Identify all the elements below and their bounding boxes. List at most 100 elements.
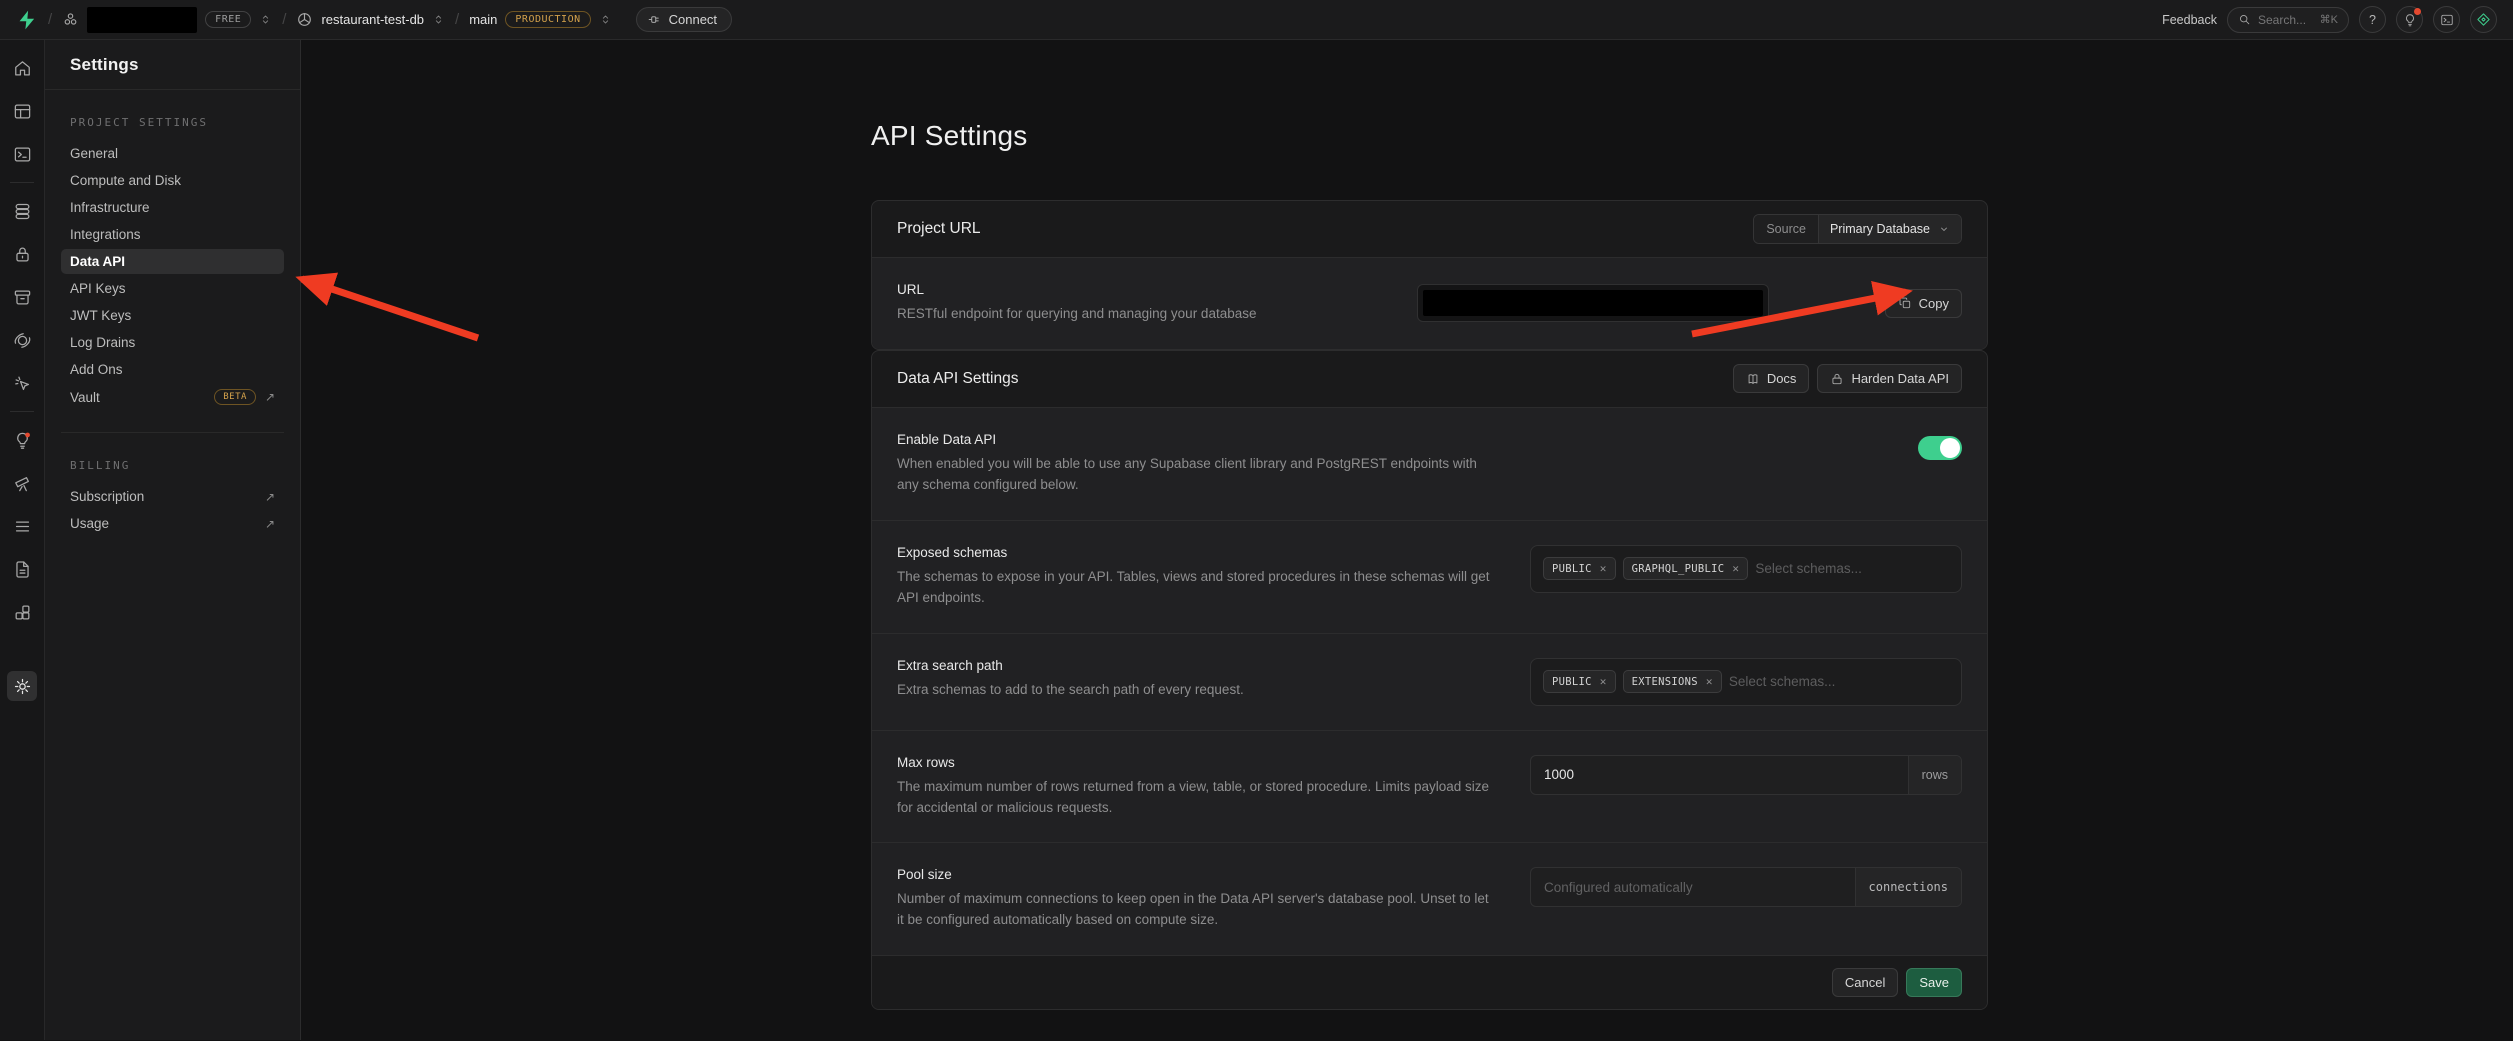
question-mark-icon: ?: [2369, 13, 2376, 27]
rail-advisors[interactable]: [7, 425, 37, 455]
rail-edge-functions[interactable]: [7, 325, 37, 355]
branch-switcher[interactable]: main PRODUCTION: [469, 11, 611, 28]
project-url-card-title: Project URL: [897, 220, 981, 238]
rail-integrations[interactable]: [7, 597, 37, 627]
production-badge: PRODUCTION: [505, 11, 590, 28]
project-switcher[interactable]: restaurant-test-db: [296, 11, 445, 28]
breadcrumb-separator: /: [455, 11, 459, 28]
sidebar-item-jwt-keys[interactable]: JWT Keys: [61, 303, 284, 328]
docs-button[interactable]: Docs: [1733, 364, 1810, 393]
pool-size-label: Pool size: [897, 867, 1490, 882]
feedback-link[interactable]: Feedback: [2162, 13, 2217, 27]
notification-dot: [2414, 8, 2421, 15]
search-input[interactable]: Search... ⌘K: [2227, 7, 2349, 33]
exposed-schemas-label: Exposed schemas: [897, 545, 1490, 560]
edge-functions-icon: [13, 331, 32, 350]
sidebar-item-data-api[interactable]: Data API: [61, 249, 284, 274]
max-rows-input[interactable]: [1531, 756, 1908, 794]
settings-sidebar-header: Settings: [45, 40, 300, 90]
url-label: URL: [897, 282, 1256, 297]
sidebar-item-log-drains[interactable]: Log Drains: [61, 330, 284, 355]
sidebar-item-integrations[interactable]: Integrations: [61, 222, 284, 247]
schema-chip-public: PUBLIC✕: [1543, 557, 1616, 580]
rail-home[interactable]: [7, 53, 37, 83]
source-select-value: Primary Database: [1830, 222, 1930, 236]
chevron-down-icon: [1938, 223, 1950, 235]
assistant-button[interactable]: [2470, 6, 2497, 33]
storage-icon: [13, 288, 32, 307]
logs-list-icon: [13, 517, 32, 536]
remove-chip-icon[interactable]: ✕: [1600, 562, 1607, 575]
sql-editor-icon: [13, 145, 32, 164]
pool-size-input[interactable]: [1531, 868, 1855, 906]
api-docs-file-icon: [13, 560, 32, 579]
sidebar-title: Settings: [70, 55, 139, 75]
home-icon: [13, 59, 32, 78]
rail-realtime[interactable]: [7, 368, 37, 398]
rail-database[interactable]: [7, 196, 37, 226]
save-button[interactable]: Save: [1906, 968, 1962, 997]
lightbulb-icon: [2403, 13, 2417, 27]
terminal-icon: [2440, 13, 2454, 27]
rail-logs[interactable]: [7, 511, 37, 541]
select-schemas-placeholder: Select schemas...: [1729, 674, 1836, 689]
remove-chip-icon[interactable]: ✕: [1600, 675, 1607, 688]
reports-telescope-icon: [13, 474, 32, 493]
harden-data-api-button[interactable]: Harden Data API: [1817, 364, 1962, 393]
sidebar-item-general[interactable]: General: [61, 141, 284, 166]
supabase-logo-icon[interactable]: [16, 9, 38, 31]
organization-icon: [62, 11, 79, 28]
copy-icon: [1898, 296, 1912, 310]
toggle-knob: [1940, 438, 1960, 458]
icon-rail: [0, 40, 45, 1040]
enable-data-api-toggle[interactable]: [1918, 436, 1962, 460]
extra-search-path-input[interactable]: PUBLIC✕ EXTENSIONS✕ Select schemas...: [1530, 658, 1962, 706]
command-menu-button[interactable]: [2433, 6, 2460, 33]
sidebar-item-compute-and-disk[interactable]: Compute and Disk: [61, 168, 284, 193]
cancel-button[interactable]: Cancel: [1832, 968, 1898, 997]
rail-sql-editor[interactable]: [7, 139, 37, 169]
max-rows-input-group: rows: [1530, 755, 1962, 795]
branch-name: main: [469, 12, 497, 27]
remove-chip-icon[interactable]: ✕: [1706, 675, 1713, 688]
connect-button[interactable]: Connect: [636, 7, 732, 32]
sidebar-item-subscription[interactable]: Subscription ↗: [61, 484, 284, 509]
chevrons-updown-icon[interactable]: [259, 13, 272, 26]
notifications-button[interactable]: [2396, 6, 2423, 33]
sidebar-item-add-ons[interactable]: Add Ons: [61, 357, 284, 382]
pool-size-input-group: connections: [1530, 867, 1962, 907]
redacted-project-url: [1423, 290, 1763, 316]
rail-api-docs[interactable]: [7, 554, 37, 584]
schema-chip-graphql-public: GRAPHQL_PUBLIC✕: [1623, 557, 1749, 580]
schema-chip-extensions: EXTENSIONS✕: [1623, 670, 1722, 693]
advisors-lightbulb-icon: [13, 431, 32, 450]
chevrons-updown-icon[interactable]: [432, 13, 445, 26]
pool-size-description: Number of maximum connections to keep op…: [897, 889, 1490, 931]
enable-data-api-label: Enable Data API: [897, 432, 1490, 447]
rail-reports[interactable]: [7, 468, 37, 498]
copy-url-button[interactable]: Copy: [1885, 289, 1962, 318]
rail-project-settings[interactable]: [7, 671, 37, 701]
sidebar-item-vault[interactable]: Vault BETA ↗: [61, 384, 284, 410]
sidebar-item-usage[interactable]: Usage ↗: [61, 511, 284, 536]
data-api-settings-card: Data API Settings Docs Harden Data API E…: [871, 350, 1988, 1010]
realtime-icon: [13, 374, 32, 393]
project-name: restaurant-test-db: [321, 12, 424, 27]
org-switcher[interactable]: FREE: [62, 7, 272, 33]
remove-chip-icon[interactable]: ✕: [1732, 562, 1739, 575]
section-label-project-settings: PROJECT SETTINGS: [70, 116, 284, 129]
redacted-org-name: [87, 7, 197, 33]
max-rows-label: Max rows: [897, 755, 1490, 770]
chevrons-updown-icon[interactable]: [599, 13, 612, 26]
help-button[interactable]: ?: [2359, 6, 2386, 33]
sidebar-item-infrastructure[interactable]: Infrastructure: [61, 195, 284, 220]
project-url-field[interactable]: [1417, 284, 1769, 322]
sidebar-item-api-keys[interactable]: API Keys: [61, 276, 284, 301]
rail-authentication[interactable]: [7, 239, 37, 269]
pool-size-unit: connections: [1855, 868, 1961, 906]
external-link-icon: ↗: [265, 490, 275, 504]
rail-storage[interactable]: [7, 282, 37, 312]
exposed-schemas-input[interactable]: PUBLIC✕ GRAPHQL_PUBLIC✕ Select schemas..…: [1530, 545, 1962, 593]
rail-table-editor[interactable]: [7, 96, 37, 126]
source-select[interactable]: Source Primary Database: [1753, 214, 1962, 244]
